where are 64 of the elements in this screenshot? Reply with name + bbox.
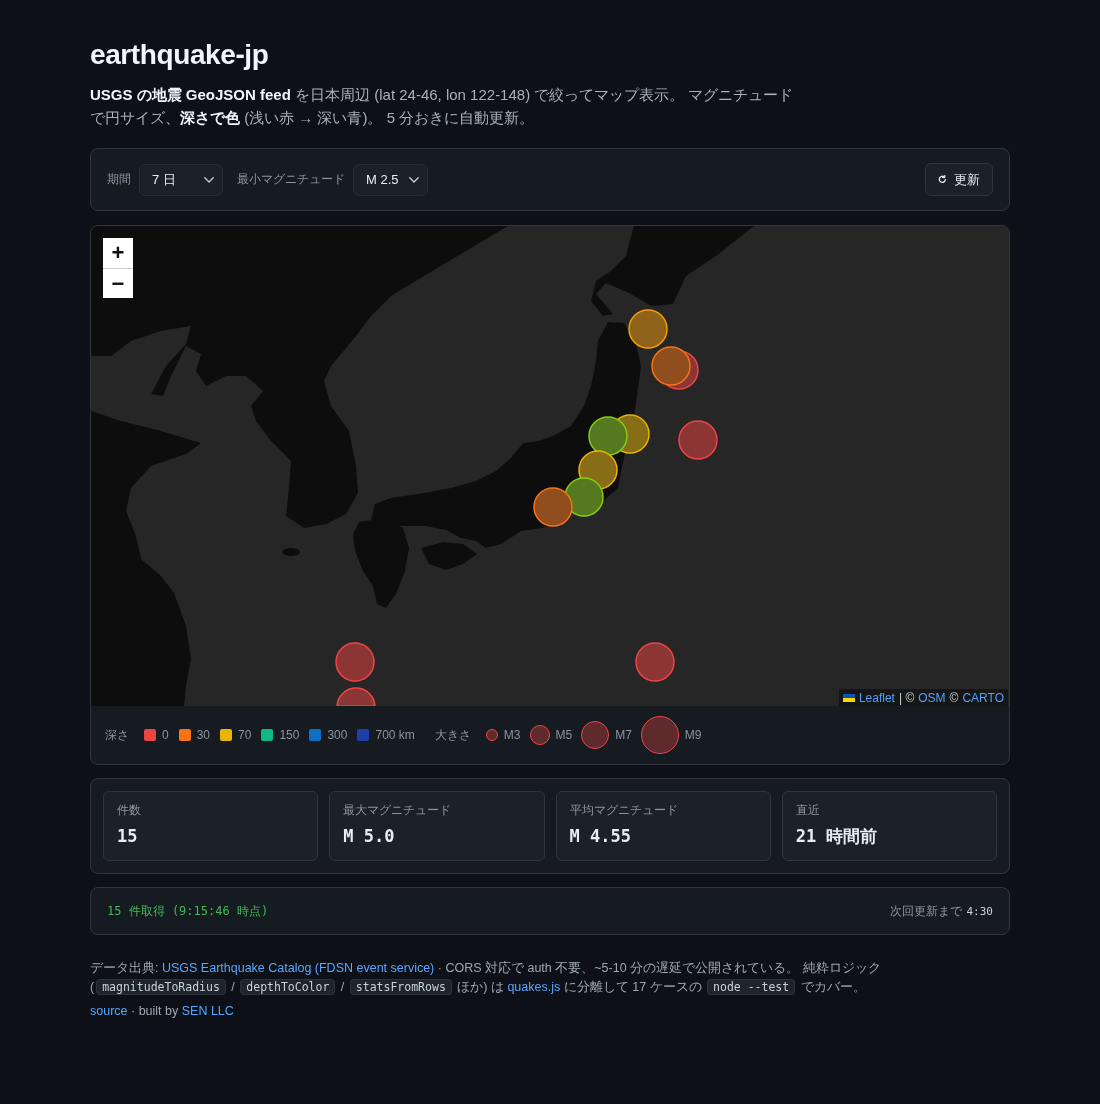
quake-marker[interactable]	[588, 416, 628, 456]
quake-marker[interactable]	[635, 642, 675, 682]
credits-link[interactable]: USGS Earthquake Catalog (FDSN event service)	[161, 961, 435, 975]
magnitude-label: M9	[684, 728, 702, 742]
island-shape	[282, 548, 300, 556]
quake-marker[interactable]	[335, 642, 375, 682]
quake-marker[interactable]	[564, 477, 604, 517]
next-update-label: 次回更新まで	[889, 902, 962, 920]
stat-label: 直近	[795, 803, 821, 818]
filter-select[interactable]: M 2.5	[353, 163, 428, 196]
page-title: earthquake-jp	[90, 38, 270, 72]
inline-code: statsFromRows	[349, 979, 452, 995]
legend-label: 大きさ	[434, 726, 471, 744]
inline-code: depthToColor	[240, 979, 336, 995]
stat-value: 21 時間前	[795, 825, 879, 847]
depth-value-label: 30	[196, 728, 211, 742]
depth-value-label: 700 km	[375, 728, 415, 742]
magnitude-label: M5	[555, 728, 573, 742]
stat-value: 15	[117, 825, 139, 847]
magnitude-circle-icon	[640, 716, 679, 754]
inline-code: magnitudeToRadius	[96, 979, 226, 995]
description-text: USGS の地震 GeoJSON feed を日本周辺 (lat 24-46, lon 122-148) で絞ってマップ表示。 マグニチュードで円サイズ、深さで色 (浅い赤 → 深い青)。 5 分おきに自動更新。	[90, 85, 795, 128]
quake-marker[interactable]	[651, 346, 691, 386]
chevron-down-icon	[408, 176, 419, 183]
filter-select[interactable]: 7 日	[139, 163, 223, 196]
magnitude-circle-icon	[529, 725, 550, 745]
refresh-button[interactable]: 更新	[925, 163, 993, 196]
attribution-link[interactable]: Leaflet	[858, 690, 895, 705]
credits-link[interactable]: quakes.js	[507, 980, 561, 994]
chevron-down-icon	[204, 176, 214, 183]
credits-text: データ出典: USGS Earthquake Catalog (FDSN event service) · CORS 対応で auth 不要、~5-10 分の遅延で公開されている。 純粋ロジック ( magnitudeToRadius / depthToColor / statsFromRows ほか) は quakes.js に分離して 17 ケースの node --test でカバー。	[90, 960, 882, 997]
quake-marker[interactable]	[628, 309, 668, 349]
attribution-link[interactable]: OSM	[918, 690, 946, 705]
quake-marker[interactable]	[678, 420, 718, 460]
filter-label: 最小マグニチュード	[237, 171, 345, 188]
built-by-text: source · built by SEN LLC	[90, 1003, 235, 1020]
stat-label: 平均マグニチュード	[569, 803, 679, 818]
status-message: 15 件取得 (9:15:46 時点)	[107, 902, 269, 920]
flag-icon	[842, 693, 855, 702]
depth-value-label: 300	[327, 728, 348, 742]
legend-label: 深さ	[105, 726, 129, 744]
attribution-text: | ©	[898, 690, 915, 705]
inline-code: node --test	[707, 979, 796, 995]
magnitude-circle-icon	[485, 729, 498, 741]
magnitude-label: M3	[503, 728, 521, 742]
stat-value: M 5.0	[343, 825, 396, 847]
magnitude-circle-icon	[581, 721, 610, 749]
depth-value-label: 70	[238, 728, 252, 742]
countdown-timer: 4:30	[966, 904, 993, 918]
magnitude-label: M7	[615, 728, 632, 742]
filter-label: 期間	[107, 171, 131, 188]
attribution-text: ©	[949, 690, 959, 705]
stat-label: 件数	[117, 803, 142, 818]
refresh-icon	[938, 175, 947, 184]
depth-value-label: 0	[162, 728, 169, 742]
quake-marker[interactable]	[533, 487, 573, 527]
depth-value-label: 150	[279, 728, 300, 742]
stat-label: 最大マグニチュード	[343, 803, 453, 818]
quake-marker[interactable]	[336, 687, 376, 706]
footer-link[interactable]: SEN LLC	[181, 1004, 234, 1018]
footer-link[interactable]: source	[90, 1004, 128, 1018]
stat-value: M 4.55	[569, 825, 632, 847]
zoom-out-button[interactable]: −	[103, 268, 133, 298]
attribution-link[interactable]: CARTO	[962, 690, 1004, 705]
